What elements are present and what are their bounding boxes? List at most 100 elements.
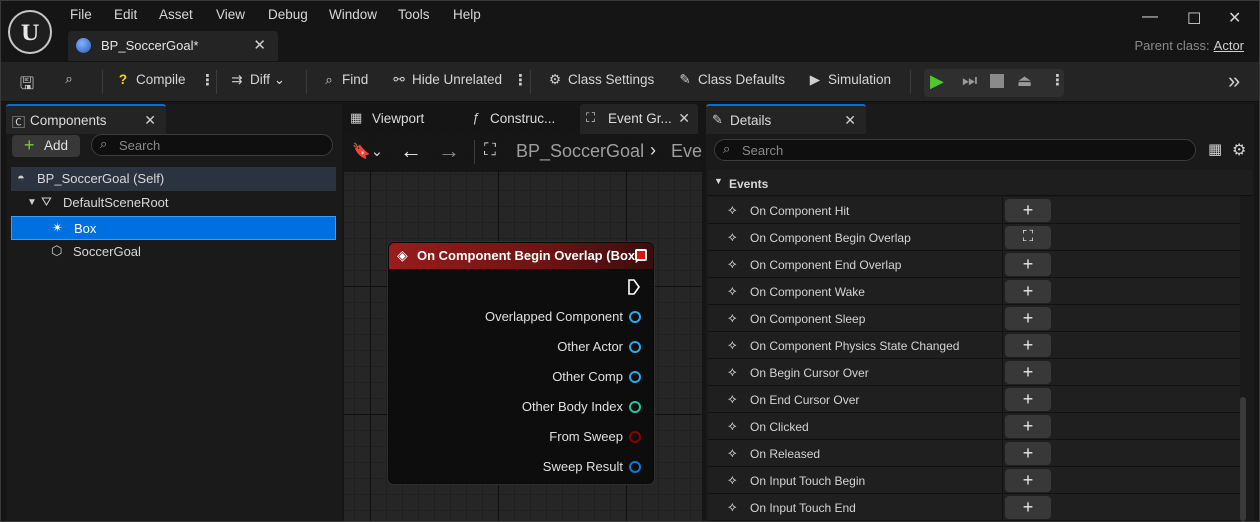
tab-event-graph[interactable]: ⛶ Event Gr... ✕	[580, 104, 698, 134]
toolbar-separator	[306, 70, 307, 94]
search-icon: ⌕	[100, 136, 108, 151]
breadcrumb-event-graph[interactable]: Eve	[671, 141, 702, 162]
eject-icon[interactable]: ⏏	[1017, 71, 1032, 91]
settings-gear-icon[interactable]: ⚙	[1232, 140, 1246, 160]
components-tab[interactable]: 🄲 Components ✕	[6, 104, 166, 134]
integer-pin-icon	[629, 401, 641, 413]
add-event-button[interactable]: +	[1005, 307, 1051, 330]
collapse-arrow-icon: ▼	[714, 176, 723, 186]
events-section-header[interactable]: ▼ Events	[708, 170, 1252, 196]
minimize-icon[interactable]: —	[1142, 8, 1158, 26]
class-settings-button[interactable]: ⚙ Class Settings	[546, 72, 654, 88]
tree-item-soccergoal[interactable]: ⬡ SoccerGoal	[11, 240, 336, 264]
bookmark-icon[interactable]: 🔖⌄	[352, 142, 383, 160]
expand-arrow-icon[interactable]: ▼	[27, 197, 37, 208]
play-options-icon[interactable]: ⋮	[1050, 71, 1065, 89]
add-event-button[interactable]: +	[1005, 415, 1051, 438]
tree-item-default-scene-root[interactable]: ▼ ⛛ DefaultSceneRoot	[11, 191, 336, 215]
exec-output-pin[interactable]	[627, 279, 641, 295]
event-diamond-icon: ⟡	[728, 364, 737, 379]
pin-overlapped-component[interactable]: Overlapped Component	[485, 309, 641, 327]
add-event-button[interactable]: +	[1005, 199, 1051, 222]
hide-unrelated-icon: ⚯	[393, 72, 405, 87]
back-arrow-icon[interactable]: ←	[400, 138, 422, 164]
browse-icon[interactable]: ⌕	[60, 71, 82, 87]
save-icon[interactable]: 🖫	[18, 71, 40, 100]
details-scrollbar[interactable]	[1240, 397, 1246, 521]
go-to-event-button[interactable]: ⛶	[1005, 226, 1051, 249]
tab-viewport[interactable]: ▦ Viewport	[344, 104, 456, 134]
close-tab-icon[interactable]: ✕	[253, 36, 266, 54]
class-defaults-button[interactable]: ✎ Class Defaults	[676, 72, 785, 88]
event-icon: ◈	[397, 247, 408, 263]
node-title: On Component Begin Overlap (Box)	[417, 248, 640, 263]
components-search-input[interactable]: ⌕ Search	[91, 134, 333, 156]
event-node-begin-overlap[interactable]: ◈ On Component Begin Overlap (Box) Overl…	[388, 242, 654, 484]
boolean-pin-icon	[629, 431, 641, 443]
menu-view[interactable]: View	[216, 7, 245, 22]
diff-icon: ⇉	[231, 72, 243, 87]
add-event-button[interactable]: +	[1005, 496, 1051, 519]
event-row: ⟡ On Input Touch Begin +	[708, 467, 1240, 494]
close-window-icon[interactable]: ✕	[1228, 8, 1241, 28]
maximize-icon[interactable]: ☐	[1187, 9, 1201, 29]
toolbar-separator	[530, 70, 531, 94]
pin-other-comp[interactable]: Other Comp	[552, 369, 641, 387]
forward-arrow-icon[interactable]: →	[438, 138, 460, 164]
menu-help[interactable]: Help	[453, 7, 481, 22]
menu-file[interactable]: File	[70, 7, 92, 22]
unreal-logo-icon[interactable]: U	[8, 10, 52, 54]
menu-window[interactable]: Window	[329, 7, 377, 22]
pin-other-actor[interactable]: Other Actor	[557, 339, 641, 357]
document-tab[interactable]: BP_SoccerGoal* ✕	[68, 31, 278, 61]
search-icon: ⌕	[723, 141, 731, 156]
menu-debug[interactable]: Debug	[268, 7, 308, 22]
document-tab-label: BP_SoccerGoal*	[101, 38, 199, 53]
close-tab-icon[interactable]: ✕	[678, 110, 690, 127]
event-row: ⟡ On Released +	[708, 440, 1240, 467]
output-delegate-pin[interactable]	[635, 249, 647, 261]
components-icon: 🄲	[12, 115, 26, 130]
add-component-button[interactable]: + Add	[12, 135, 80, 157]
nav-separator	[474, 140, 475, 164]
parent-class-link[interactable]: Actor	[1214, 38, 1244, 53]
tab-construction-script[interactable]: ƒ Construc...	[462, 104, 576, 134]
add-event-button[interactable]: +	[1005, 469, 1051, 492]
menu-tools[interactable]: Tools	[398, 7, 430, 22]
diff-button[interactable]: ⇉ Diff ⌄	[228, 72, 285, 88]
menu-edit[interactable]: Edit	[114, 7, 137, 22]
compile-button[interactable]: ? Compile	[114, 72, 186, 87]
play-icon[interactable]: ▶	[930, 71, 944, 92]
details-icon: ✎	[712, 112, 723, 127]
add-event-button[interactable]: +	[1005, 280, 1051, 303]
stop-icon[interactable]	[990, 74, 1004, 88]
compile-options-icon[interactable]: ⋮	[200, 71, 215, 89]
event-row: ⟡ On Component End Overlap +	[708, 251, 1240, 278]
parent-class-label: Parent class:	[1134, 38, 1210, 53]
details-search-input[interactable]: ⌕ Search	[714, 139, 1196, 161]
hide-unrelated-button[interactable]: ⚯ Hide Unrelated	[390, 72, 502, 88]
tree-item-box[interactable]: ✴ Box	[11, 216, 336, 240]
details-tab[interactable]: ✎ Details ✕	[706, 104, 866, 134]
pin-from-sweep[interactable]: From Sweep	[549, 429, 641, 447]
function-icon: ƒ	[472, 110, 480, 125]
tree-item-self[interactable]: ◓ BP_SoccerGoal (Self)	[11, 167, 336, 191]
step-icon[interactable]: ⏭	[962, 71, 977, 91]
pin-sweep-result[interactable]: Sweep Result	[543, 459, 641, 477]
add-event-button[interactable]: +	[1005, 334, 1051, 357]
breadcrumb-blueprint[interactable]: BP_SoccerGoal	[516, 141, 644, 162]
add-event-button[interactable]: +	[1005, 361, 1051, 384]
add-event-button[interactable]: +	[1005, 253, 1051, 276]
event-diamond-icon: ⟡	[728, 418, 737, 433]
pin-other-body-index[interactable]: Other Body Index	[522, 399, 641, 417]
find-button[interactable]: ⌕ Find	[320, 72, 368, 88]
table-view-icon[interactable]: ▦	[1208, 140, 1222, 158]
add-event-button[interactable]: +	[1005, 442, 1051, 465]
expand-toolbar-icon[interactable]: »	[1228, 68, 1240, 94]
more-options-icon[interactable]: ⋮	[513, 71, 528, 89]
menu-asset[interactable]: Asset	[159, 7, 193, 22]
add-event-button[interactable]: +	[1005, 388, 1051, 411]
simulation-button[interactable]: ▶ Simulation	[806, 72, 891, 88]
close-panel-icon[interactable]: ✕	[144, 112, 156, 129]
close-panel-icon[interactable]: ✕	[844, 112, 856, 129]
